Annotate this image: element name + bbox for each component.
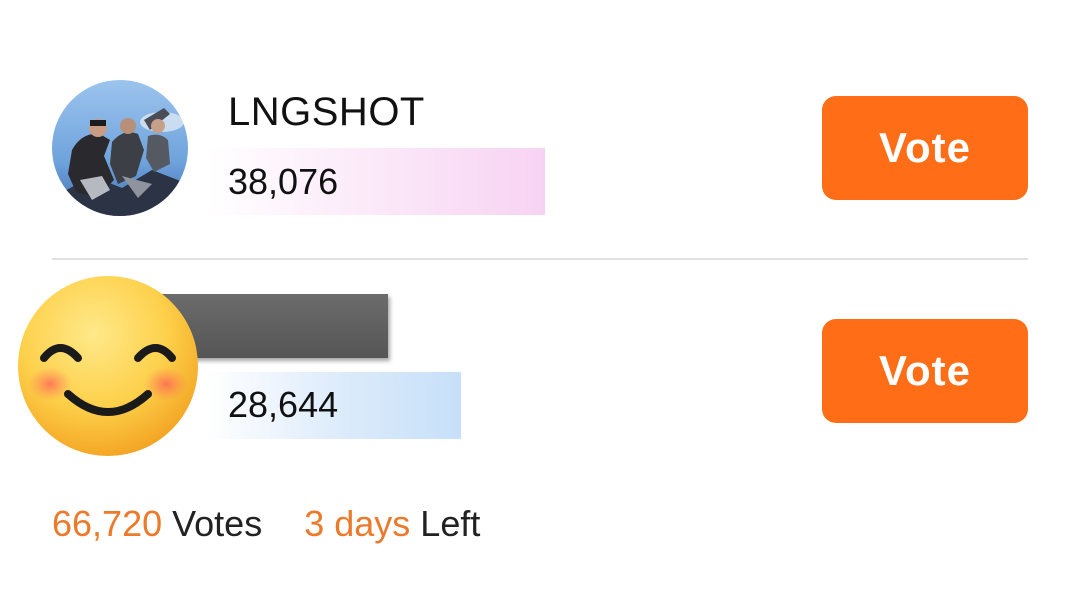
divider [52, 258, 1028, 260]
vote-button[interactable]: Vote [822, 96, 1028, 200]
vote-count: 28,644 [228, 384, 339, 425]
candidate-name: LNGSHOT [228, 90, 425, 134]
left-label: Left [420, 503, 481, 544]
vote-count: 38,076 [228, 161, 339, 202]
time-left: 3 days [304, 503, 411, 544]
poll-summary: 66,720 Votes 3 days Left [52, 502, 480, 546]
total-votes: 66,720 [52, 503, 163, 544]
vote-poll: LNGSHOT 38,076 Vote 28,644 Vote 66,720 V… [0, 0, 1080, 608]
vote-button[interactable]: Vote [822, 319, 1028, 423]
smiling-face-emoji-icon [14, 272, 202, 460]
votes-label: Votes [172, 503, 263, 544]
candidate-avatar-photo [52, 80, 188, 216]
